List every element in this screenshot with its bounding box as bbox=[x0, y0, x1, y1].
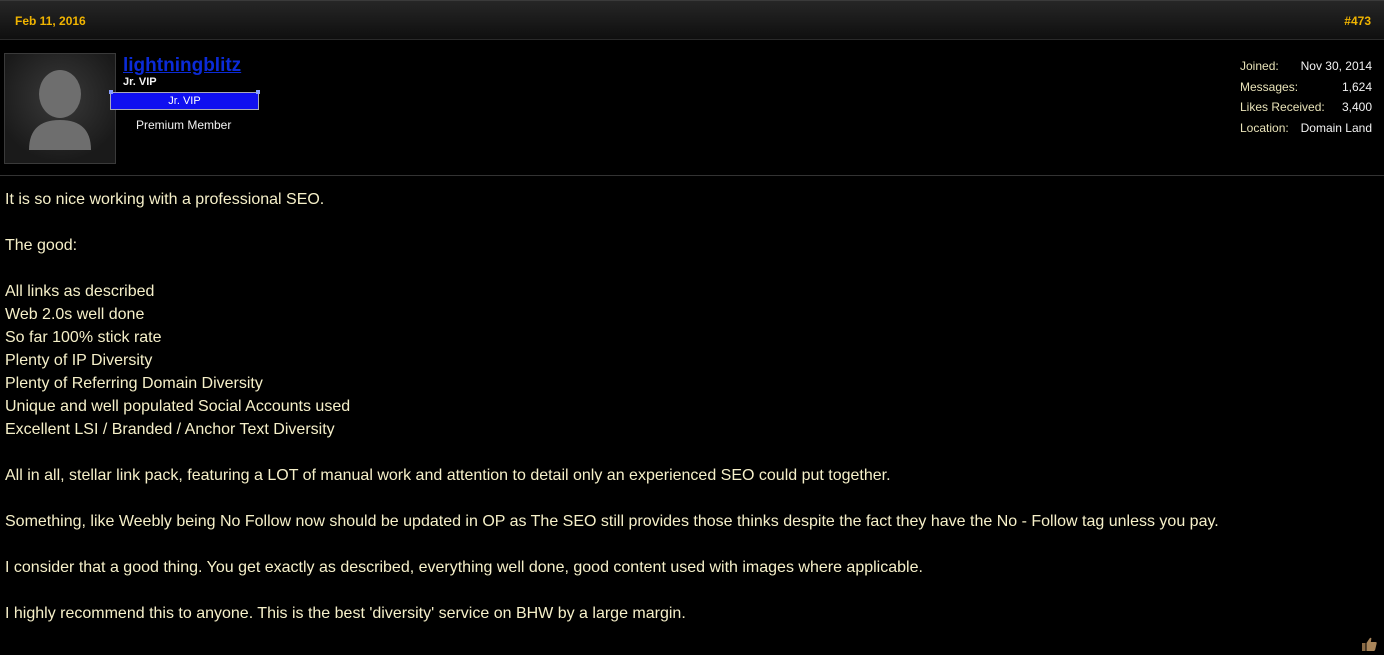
stat-value: Nov 30, 2014 bbox=[1300, 59, 1372, 73]
user-title: Jr. VIP bbox=[123, 76, 157, 88]
list-item: Plenty of IP Diversity bbox=[5, 352, 153, 369]
banner-corner-left bbox=[109, 90, 113, 94]
stat-value: 3,400 bbox=[1341, 100, 1372, 114]
stat-location: Location: Domain Land bbox=[1240, 121, 1372, 142]
stat-likes: Likes Received: 3,400 bbox=[1240, 100, 1372, 121]
username-link[interactable]: lightningblitz bbox=[123, 55, 241, 77]
list-item: All links as described bbox=[5, 283, 155, 300]
list-item: Unique and well populated Social Account… bbox=[5, 398, 351, 415]
stat-label: Likes Received: bbox=[1240, 100, 1325, 114]
post-number-link[interactable]: #473 bbox=[1344, 14, 1371, 28]
message-body: It is so nice working with a professiona… bbox=[5, 188, 1219, 625]
membership-label: Premium Member bbox=[136, 118, 232, 132]
post-date[interactable]: Feb 11, 2016 bbox=[15, 14, 86, 28]
stat-value[interactable]: Domain Land bbox=[1301, 121, 1372, 135]
list-item: Plenty of Referring Domain Diversity bbox=[5, 375, 263, 392]
thumbs-up-icon[interactable] bbox=[1361, 636, 1378, 652]
stat-label: Location: bbox=[1240, 120, 1289, 135]
user-banner: Jr. VIP bbox=[109, 90, 260, 110]
stat-messages: Messages: 1,624 bbox=[1240, 80, 1372, 101]
stat-label: Joined: bbox=[1240, 59, 1279, 73]
message-paragraph: The good: bbox=[5, 237, 78, 254]
message-paragraph: I highly recommend this to anyone. This … bbox=[5, 605, 686, 622]
message-paragraph: It is so nice working with a professiona… bbox=[5, 191, 325, 208]
message-paragraph: All in all, stellar link pack, featuring… bbox=[5, 467, 891, 484]
banner-corner-right bbox=[256, 90, 260, 94]
default-avatar-icon bbox=[29, 70, 91, 150]
list-item: Web 2.0s well done bbox=[5, 306, 145, 323]
user-stats: Joined: Nov 30, 2014 Messages: 1,624 Lik… bbox=[1240, 59, 1372, 141]
avatar[interactable] bbox=[4, 53, 116, 164]
list-item: Excellent LSI / Branded / Anchor Text Di… bbox=[5, 421, 335, 438]
user-banner-label: Jr. VIP bbox=[168, 95, 201, 107]
message-paragraph: Something, like Weebly being No Follow n… bbox=[5, 513, 1219, 530]
stat-value[interactable]: 1,624 bbox=[1342, 80, 1372, 94]
stat-label: Messages: bbox=[1240, 79, 1299, 94]
message-paragraph: I consider that a good thing. You get ex… bbox=[5, 559, 923, 576]
list-item: So far 100% stick rate bbox=[5, 329, 162, 346]
user-info-block: lightningblitz Jr. VIP Jr. VIP Premium M… bbox=[0, 41, 1384, 176]
stat-joined: Joined: Nov 30, 2014 bbox=[1240, 59, 1372, 80]
post-header-bar: Feb 11, 2016 #473 bbox=[0, 0, 1384, 40]
